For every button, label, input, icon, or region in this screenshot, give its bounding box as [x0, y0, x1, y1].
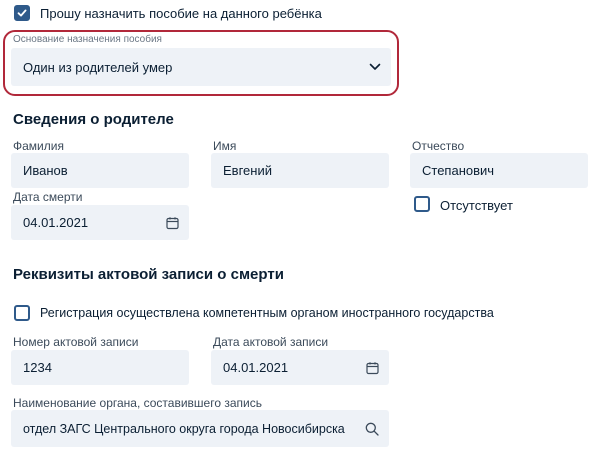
calendar-icon[interactable] — [166, 216, 179, 229]
name-value: Евгений — [223, 163, 272, 178]
name-label: Имя — [213, 139, 237, 153]
record-number-label: Номер актовой записи — [13, 335, 139, 349]
record-date-value: 04.01.2021 — [223, 360, 289, 375]
parent-section-title: Сведения о родителе — [13, 111, 174, 128]
basis-select[interactable]: Один из родителей умер — [11, 48, 391, 86]
surname-field[interactable]: Иванов — [11, 153, 189, 188]
record-date-field[interactable]: 04.01.2021 — [211, 350, 389, 385]
record-number-field[interactable]: 1234 — [11, 350, 189, 385]
name-field[interactable]: Евгений — [211, 153, 389, 188]
foreign-registration-checkbox[interactable] — [14, 305, 30, 321]
basis-select-value: Один из родителей умер — [23, 59, 173, 75]
checkmark-icon — [17, 9, 27, 17]
surname-value: Иванов — [23, 163, 68, 178]
patronymic-field[interactable]: Степанович — [410, 153, 588, 188]
organ-field[interactable]: отдел ЗАГС Центрального округа города Но… — [11, 410, 389, 447]
organ-label: Наименование органа, составившего запись — [13, 396, 262, 410]
record-date-label: Дата актовой записи — [213, 335, 329, 349]
death-date-value: 04.01.2021 — [23, 215, 89, 230]
chevron-down-icon — [369, 63, 381, 71]
patronymic-value: Степанович — [422, 163, 495, 178]
calendar-icon[interactable] — [366, 361, 379, 374]
surname-label: Фамилия — [13, 139, 64, 153]
death-date-label: Дата смерти — [13, 190, 83, 204]
search-icon[interactable] — [365, 422, 379, 436]
absent-checkbox[interactable] — [414, 196, 430, 212]
death-date-field[interactable]: 04.01.2021 — [11, 205, 189, 240]
organ-value: отдел ЗАГС Центрального округа города Но… — [23, 421, 345, 436]
foreign-registration-label: Регистрация осуществлена компетентным ор… — [40, 306, 494, 320]
assign-benefit-label: Прошу назначить пособие на данного ребён… — [40, 6, 322, 21]
absent-label: Отсутствует — [440, 198, 513, 213]
record-number-value: 1234 — [23, 360, 52, 375]
record-section-title: Реквизиты актовой записи о смерти — [13, 266, 284, 283]
patronymic-label: Отчество — [412, 139, 465, 153]
basis-label: Основание назначения пособия — [13, 34, 162, 45]
assign-benefit-checkbox[interactable] — [14, 5, 30, 21]
